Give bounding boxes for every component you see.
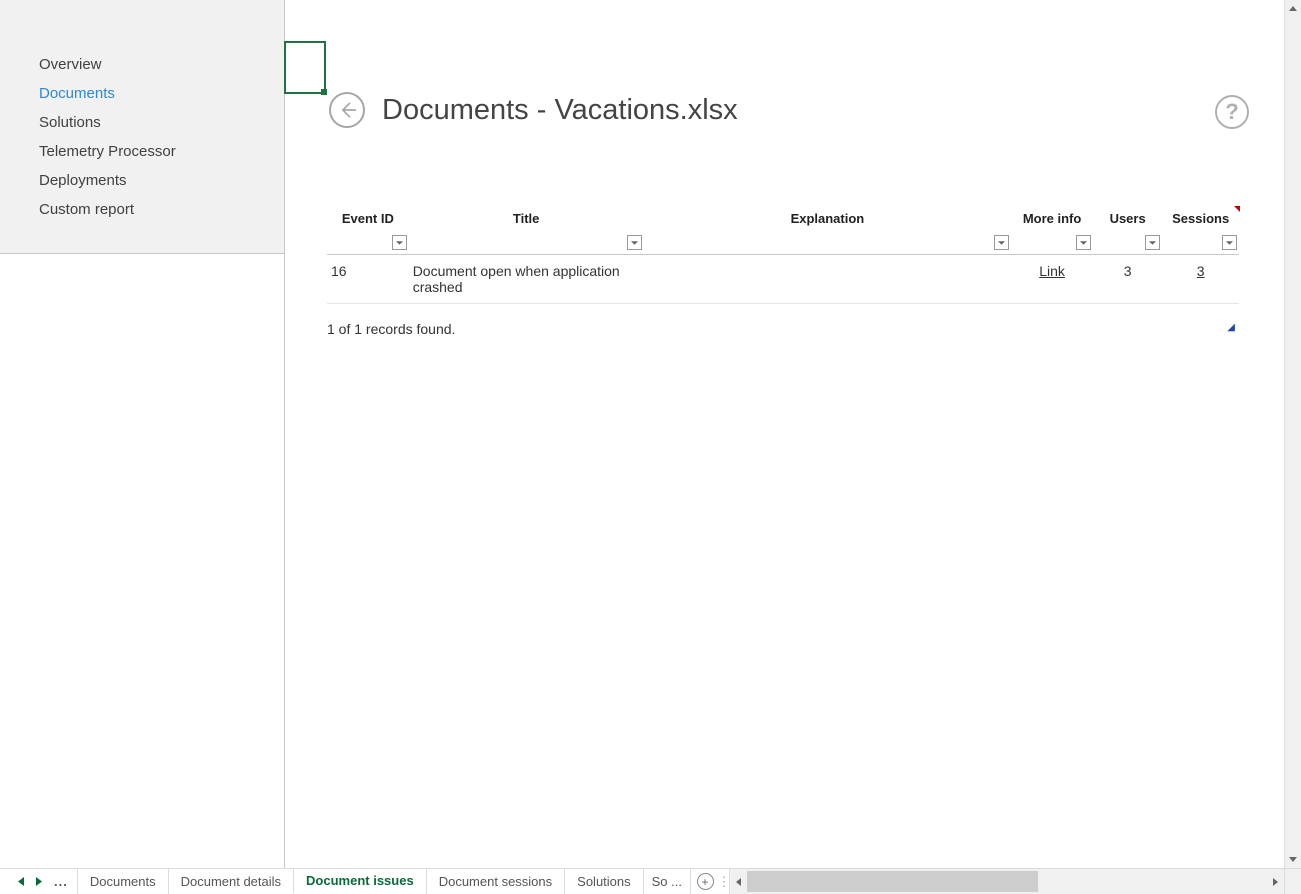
sheet-tabs: Documents Document details Document issu…	[78, 869, 691, 894]
chevron-down-icon	[631, 241, 638, 245]
cell-explanation	[644, 255, 1012, 304]
triangle-right-icon	[1273, 878, 1278, 886]
col-label-title: Title	[513, 211, 540, 226]
app-root: Overview Documents Solutions Telemetry P…	[0, 0, 1301, 894]
scroll-left-button[interactable]	[730, 869, 747, 894]
plus-icon: +	[697, 873, 714, 890]
horizontal-scrollbar[interactable]	[729, 869, 1284, 894]
chevron-down-icon	[1149, 241, 1156, 245]
chevron-down-icon	[396, 241, 403, 245]
chevron-down-icon	[1226, 241, 1233, 245]
sheet-nav: ...	[0, 869, 74, 894]
col-label-users: Users	[1110, 211, 1146, 226]
triangle-down-icon	[1289, 857, 1297, 862]
vertical-scroll-track[interactable]	[1285, 17, 1301, 851]
filter-button-more-info[interactable]	[1076, 235, 1091, 250]
sidebar-lower-fill	[0, 254, 285, 868]
help-button[interactable]: ?	[1215, 95, 1249, 129]
scrollbar-corner	[1284, 869, 1301, 894]
sidebar-item-telemetry-processor[interactable]: Telemetry Processor	[0, 137, 284, 166]
filter-button-explanation[interactable]	[994, 235, 1009, 250]
chevron-down-icon	[1080, 241, 1087, 245]
sidebar-item-documents[interactable]: Documents	[0, 79, 284, 108]
sidebar-item-deployments[interactable]: Deployments	[0, 166, 284, 195]
cell-sessions: 3	[1162, 255, 1239, 304]
col-header-users: Users	[1093, 207, 1162, 255]
issues-table-wrap: Event ID Title	[327, 207, 1239, 337]
col-header-title: Title	[409, 207, 644, 255]
triangle-left-icon	[736, 878, 741, 886]
chevron-down-icon	[998, 241, 1005, 245]
triangle-right-icon	[36, 877, 42, 886]
workspace: Overview Documents Solutions Telemetry P…	[0, 0, 1301, 894]
cell-more-info: Link	[1011, 255, 1093, 304]
cell-comment-indicator[interactable]	[1234, 206, 1240, 212]
cell-event-id: 16	[327, 255, 409, 304]
table-row[interactable]: 16 Document open when application crashe…	[327, 255, 1239, 304]
page-title: Documents - Vacations.xlsx	[382, 94, 738, 127]
vertical-scrollbar[interactable]	[1284, 0, 1301, 868]
triangle-up-icon	[1289, 6, 1297, 11]
cell-users: 3	[1093, 255, 1162, 304]
sheet-tab-document-issues[interactable]: Document issues	[293, 868, 427, 894]
sheet-nav-next[interactable]	[30, 870, 48, 894]
col-label-more-info: More info	[1023, 211, 1082, 226]
scroll-up-button[interactable]	[1285, 0, 1301, 17]
sheet-tab-document-details[interactable]: Document details	[168, 869, 294, 894]
col-label-event-id: Event ID	[342, 211, 394, 226]
col-header-event-id: Event ID	[327, 207, 409, 255]
scroll-down-button[interactable]	[1285, 851, 1301, 868]
filter-button-title[interactable]	[627, 235, 642, 250]
sheet-tab-bar: ... Documents Document details Document …	[0, 868, 1301, 894]
col-label-explanation: Explanation	[791, 211, 865, 226]
sheet-tab-documents[interactable]: Documents	[77, 869, 169, 894]
sheet-nav-menu[interactable]: ...	[48, 874, 74, 889]
sheet-tab-document-sessions[interactable]: Document sessions	[426, 869, 565, 894]
col-label-sessions: Sessions	[1172, 211, 1229, 226]
triangle-left-icon	[18, 877, 24, 886]
filter-button-users[interactable]	[1145, 235, 1160, 250]
col-header-explanation: Explanation	[644, 207, 1012, 255]
filter-button-sessions[interactable]	[1222, 235, 1237, 250]
records-found-text: 1 of 1 records found.	[327, 321, 1239, 337]
cell-fill-handle[interactable]	[321, 89, 327, 95]
arrow-left-icon	[337, 100, 357, 120]
col-header-more-info: More info	[1011, 207, 1093, 255]
sidebar-item-custom-report[interactable]: Custom report	[0, 195, 284, 224]
horizontal-scroll-thumb[interactable]	[747, 871, 1038, 892]
page-header: Documents - Vacations.xlsx	[329, 92, 1251, 128]
sidebar-nav: Overview Documents Solutions Telemetry P…	[0, 0, 284, 224]
sheet-tab-solutions[interactable]: Solutions	[564, 869, 643, 894]
sidebar-item-solutions[interactable]: Solutions	[0, 108, 284, 137]
issues-table: Event ID Title	[327, 207, 1239, 304]
more-info-link[interactable]: Link	[1039, 263, 1065, 279]
tab-resize-handle[interactable]: ⋮	[719, 869, 729, 894]
back-button[interactable]	[329, 92, 365, 128]
table-resize-handle[interactable]: ◢	[1227, 322, 1235, 333]
filter-button-event-id[interactable]	[392, 235, 407, 250]
scroll-right-button[interactable]	[1267, 869, 1284, 894]
sidebar-item-overview[interactable]: Overview	[0, 50, 284, 79]
main-content: Documents - Vacations.xlsx ? Event ID	[285, 0, 1301, 894]
horizontal-scroll-track[interactable]	[747, 869, 1267, 894]
sessions-link[interactable]: 3	[1197, 263, 1205, 279]
cell-title: Document open when application crashed	[409, 255, 644, 304]
sheet-nav-prev[interactable]	[12, 870, 30, 894]
sidebar: Overview Documents Solutions Telemetry P…	[0, 0, 285, 254]
col-header-sessions: Sessions	[1162, 207, 1239, 255]
active-cell-indicator	[284, 41, 326, 94]
question-mark-icon: ?	[1225, 99, 1238, 125]
sheet-tab-overflow[interactable]: So ...	[644, 869, 691, 894]
new-sheet-button[interactable]: +	[691, 869, 719, 894]
